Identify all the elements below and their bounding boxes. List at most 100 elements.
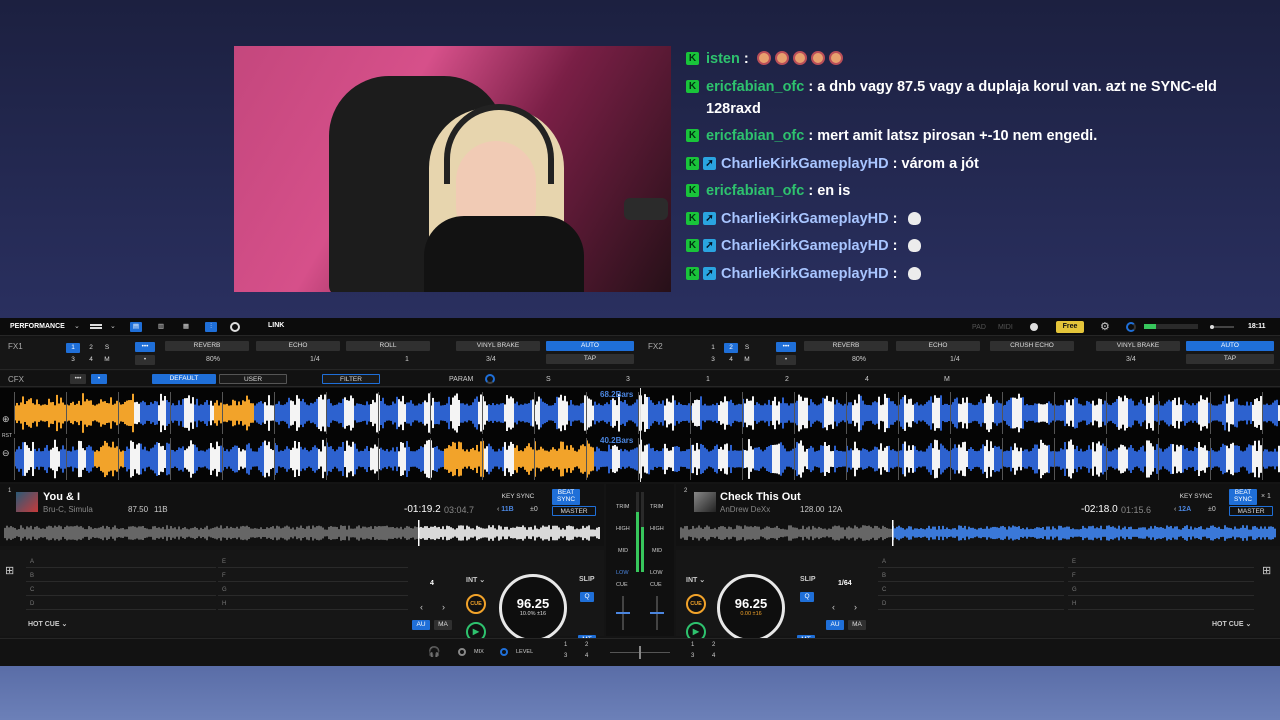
- deck1-ma-button[interactable]: MA: [434, 620, 452, 630]
- deck1-slip-button[interactable]: SLIP: [579, 576, 595, 583]
- fx2-assign-3[interactable]: 3: [706, 355, 720, 365]
- cfx-more-button[interactable]: •••: [70, 374, 86, 384]
- chevron-down-icon[interactable]: ⌄: [110, 322, 116, 330]
- fx1-slot1-select[interactable]: REVERB: [165, 341, 249, 351]
- hotcue-pad-b[interactable]: B: [878, 570, 1064, 582]
- fx2-assign-2[interactable]: 2: [724, 343, 738, 353]
- mode-select[interactable]: PERFORMANCE: [10, 323, 65, 330]
- deck2-int-select[interactable]: INT ⌄: [686, 576, 705, 584]
- deck1-overview-waveform[interactable]: [4, 520, 600, 546]
- fx2-slot2-select[interactable]: ECHO: [896, 341, 980, 351]
- hotcue-pad-e[interactable]: E: [1068, 556, 1254, 568]
- deck1-int-select[interactable]: INT ⌄: [466, 576, 485, 584]
- fx1-slot3-select[interactable]: ROLL: [346, 341, 430, 351]
- hotcue-pad-d[interactable]: D: [878, 598, 1064, 610]
- fx1-assign-s[interactable]: S: [100, 343, 114, 353]
- fx2-assign-s[interactable]: S: [740, 343, 754, 353]
- gear-icon[interactable]: ⚙: [1100, 320, 1110, 333]
- chevron-left-icon[interactable]: ‹: [420, 602, 423, 612]
- layout-2-icon[interactable]: ▥: [155, 322, 167, 332]
- fx1-assign-3[interactable]: 3: [66, 355, 80, 365]
- chat-username[interactable]: ericfabian_ofc: [706, 79, 804, 95]
- deck2-quantize-button[interactable]: Q: [800, 592, 814, 602]
- cfx-default-button[interactable]: DEFAULT: [152, 374, 216, 384]
- chat-username[interactable]: CharlieKirkGameplayHD: [721, 266, 889, 282]
- level-knob[interactable]: [500, 648, 508, 656]
- free-badge[interactable]: Free: [1056, 321, 1084, 333]
- fx2-slot3-select[interactable]: CRUSH ECHO: [990, 341, 1074, 351]
- chat-username[interactable]: CharlieKirkGameplayHD: [721, 238, 889, 254]
- deck1-beat-loop[interactable]: 4: [430, 580, 434, 587]
- fx2-auto-button[interactable]: AUTO: [1186, 341, 1274, 351]
- deck1-select-1[interactable]: 1: [564, 642, 567, 648]
- hotcue-pad-c[interactable]: C: [26, 584, 216, 596]
- fx2-slot1-select[interactable]: REVERB: [804, 341, 888, 351]
- grid-icon[interactable]: ⊞: [5, 564, 14, 577]
- deck1-au-button[interactable]: AU: [412, 620, 430, 630]
- zoom-in-icon[interactable]: ⊕: [2, 414, 10, 425]
- deck1-jog-wheel[interactable]: 96.25 10.0% ±16: [499, 574, 567, 642]
- channel-fader-left[interactable]: [616, 596, 630, 630]
- deck2-key-sync-button[interactable]: KEY SYNC: [1176, 492, 1216, 502]
- chevron-left-icon[interactable]: ‹: [832, 602, 835, 612]
- reset-button[interactable]: RST: [2, 433, 12, 439]
- fx2-dot-button[interactable]: •: [776, 355, 796, 365]
- fx1-assign-2[interactable]: 2: [84, 343, 98, 353]
- midi-toggle[interactable]: MIDI: [998, 324, 1013, 331]
- deck2-select-3[interactable]: 3: [691, 653, 694, 659]
- cfx-filter-button[interactable]: FILTER: [322, 374, 380, 384]
- deck2-waveform[interactable]: [14, 438, 1280, 480]
- deck1-key-sync-button[interactable]: KEY SYNC: [498, 492, 538, 502]
- deck2-slip-button[interactable]: SLIP: [800, 576, 816, 583]
- layout-1-icon[interactable]: ▤: [130, 322, 142, 332]
- hotcue-pad-g[interactable]: G: [218, 584, 408, 596]
- chat-username[interactable]: CharlieKirkGameplayHD: [721, 211, 889, 227]
- fx2-more-button[interactable]: •••: [776, 342, 796, 352]
- chat-username[interactable]: ericfabian_ofc: [706, 128, 804, 144]
- deck2-select-4[interactable]: 4: [712, 653, 715, 659]
- deck1-select-2[interactable]: 2: [585, 642, 588, 648]
- grid-icon[interactable]: ⊞: [1262, 564, 1271, 577]
- deck1-quantize-button[interactable]: Q: [580, 592, 594, 602]
- deck1-master-button[interactable]: MASTER: [552, 506, 596, 516]
- crossfader[interactable]: [610, 646, 670, 659]
- fx1-slot2-select[interactable]: ECHO: [256, 341, 340, 351]
- deck1-waveform[interactable]: [14, 392, 1280, 434]
- deck2-beat-loop[interactable]: 1/64: [838, 580, 852, 587]
- zoom-out-icon[interactable]: ⊖: [2, 448, 10, 459]
- deck1-beat-sync-button[interactable]: BEAT SYNC: [552, 489, 580, 505]
- link-button[interactable]: LINK: [268, 322, 284, 329]
- deck1-cue-button[interactable]: CUE: [466, 594, 486, 614]
- hotcue-pad-g[interactable]: G: [1068, 584, 1254, 596]
- deck2-beat-sync-button[interactable]: BEAT SYNC: [1229, 489, 1257, 505]
- hotcue-pad-d[interactable]: D: [26, 598, 216, 610]
- fx1-assign-4[interactable]: 4: [84, 355, 98, 365]
- fx1-more-button[interactable]: •••: [135, 342, 155, 352]
- menu-icon[interactable]: [90, 324, 102, 326]
- hotcue-pad-b[interactable]: B: [26, 570, 216, 582]
- param-knob[interactable]: [485, 374, 495, 384]
- fx2-assign-m[interactable]: M: [740, 355, 754, 365]
- deck2-master-button[interactable]: MASTER: [1229, 506, 1273, 516]
- deck2-overview-waveform[interactable]: [680, 520, 1276, 546]
- deck2-hotcue-select[interactable]: HOT CUE ⌄: [1212, 620, 1251, 628]
- fx1-assign-1[interactable]: 1: [66, 343, 80, 353]
- headphones-icon[interactable]: 🎧: [428, 647, 440, 658]
- hotcue-pad-e[interactable]: E: [218, 556, 408, 568]
- hotcue-pad-a[interactable]: A: [26, 556, 216, 568]
- chat-username[interactable]: isten: [706, 51, 740, 67]
- deck2-cue-button[interactable]: CUE: [686, 594, 706, 614]
- hotcue-pad-h[interactable]: H: [218, 598, 408, 610]
- fx1-dot-button[interactable]: •: [135, 355, 155, 365]
- deck1-select-4[interactable]: 4: [585, 653, 588, 659]
- fx2-vinyl-select[interactable]: VINYL BRAKE: [1096, 341, 1180, 351]
- deck1-hotcue-select[interactable]: HOT CUE ⌄: [28, 620, 67, 628]
- pad-toggle[interactable]: PAD: [972, 324, 986, 331]
- deck2-jog-wheel[interactable]: 96.25 0.00 ±16: [717, 574, 785, 642]
- cfx-dot-button[interactable]: •: [91, 374, 107, 384]
- mixer-icon[interactable]: ⫶: [205, 322, 217, 332]
- cfx-user-button[interactable]: USER: [219, 374, 287, 384]
- fx2-assign-4[interactable]: 4: [724, 355, 738, 365]
- hotcue-pad-f[interactable]: F: [1068, 570, 1254, 582]
- channel-fader-right[interactable]: [650, 596, 664, 630]
